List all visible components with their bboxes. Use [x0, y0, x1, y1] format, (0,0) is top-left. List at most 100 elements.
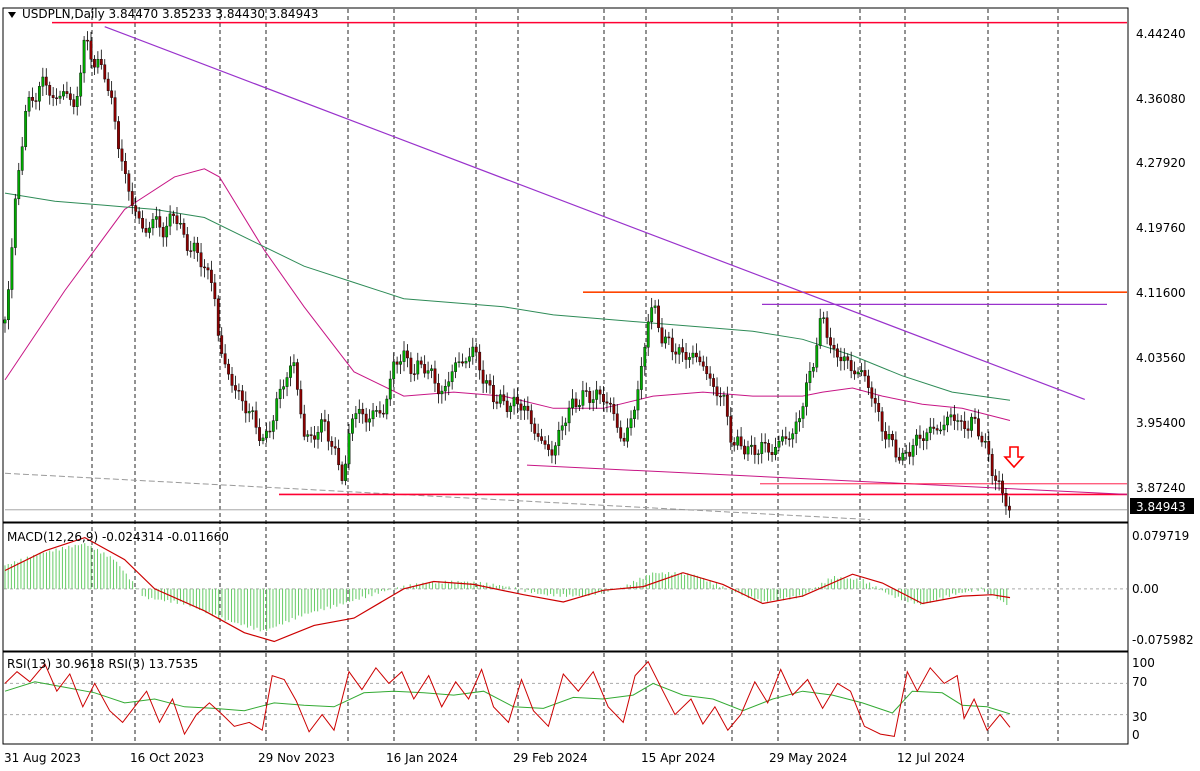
candle-body	[956, 420, 960, 422]
candle-body	[375, 410, 378, 412]
candle-body	[209, 269, 213, 283]
candle-body	[268, 430, 272, 433]
candle-body	[670, 337, 674, 353]
candle-body	[185, 234, 189, 251]
candle-body	[385, 398, 389, 415]
candle-body	[584, 390, 588, 392]
candle-body	[598, 389, 602, 395]
candle-body	[220, 335, 224, 354]
candle-body	[860, 370, 863, 373]
candle-body	[402, 350, 406, 362]
candle-body	[946, 416, 949, 426]
price-tick: 4.36080	[1136, 92, 1186, 106]
candle-body	[148, 227, 151, 233]
chart-canvas[interactable]: USDPLN,Daily 3.84470 3.85233 3.84430 3.8…	[0, 0, 1200, 771]
candle-body	[37, 86, 41, 102]
candle-body	[805, 382, 808, 407]
candle-body	[636, 389, 640, 411]
candle-body	[578, 405, 581, 407]
candle-body	[608, 402, 612, 405]
rsi-tick: 0	[1132, 728, 1140, 742]
candle-body	[729, 416, 733, 443]
candle-body	[715, 386, 719, 397]
collapse-triangle-icon[interactable]	[8, 12, 16, 18]
candle-body	[719, 395, 722, 398]
candle-body	[522, 405, 526, 411]
candle-body	[667, 336, 671, 339]
candle-body	[963, 420, 967, 430]
candle-body	[904, 451, 908, 454]
candle-body	[526, 405, 530, 411]
candle-body	[388, 378, 392, 400]
candle-body	[165, 225, 169, 238]
candle-body	[31, 96, 34, 101]
candle-body	[894, 439, 898, 458]
macd-panel[interactable]	[4, 536, 1127, 643]
candle-body	[915, 434, 918, 446]
candle-body	[932, 426, 936, 429]
candle-body	[10, 247, 14, 290]
candle-body	[172, 213, 175, 216]
candle-body	[739, 436, 743, 447]
candle-body	[595, 389, 599, 400]
candle-body	[794, 421, 798, 434]
candle-body	[997, 480, 1001, 482]
candle-body	[1004, 493, 1008, 507]
candle-body	[866, 375, 870, 388]
candle-body	[258, 427, 261, 441]
moving-average-line	[4, 192, 1011, 401]
macd-axis: 0.079719 0.00 -0.075982	[1132, 529, 1194, 647]
candle-body	[265, 430, 268, 439]
candle-body	[244, 400, 248, 414]
candle-body	[677, 347, 681, 355]
candle-body	[705, 366, 709, 375]
candle-body	[495, 401, 499, 404]
candle-body	[884, 431, 887, 440]
candle-body	[863, 370, 867, 377]
time-label: 29 May 2024	[769, 751, 847, 765]
candle-body	[234, 385, 237, 391]
candle-body	[502, 394, 506, 402]
candle-body	[230, 373, 234, 386]
candle-body	[557, 429, 561, 446]
candle-body	[801, 406, 805, 419]
candle-body	[34, 100, 38, 102]
candle-body	[660, 327, 664, 344]
candle-body	[987, 440, 991, 455]
candle-body	[316, 431, 320, 440]
candle-body	[254, 410, 258, 428]
price-panel[interactable]	[3, 21, 1128, 521]
candle-body	[746, 446, 750, 455]
candle-body	[808, 370, 812, 383]
candle-body	[839, 356, 843, 362]
candle-body	[853, 370, 857, 375]
candle-body	[44, 76, 48, 86]
candle-body	[99, 59, 103, 65]
candle-body	[437, 383, 440, 395]
candle-body	[13, 198, 17, 248]
price-tick: 4.19760	[1136, 221, 1186, 235]
candle-body	[48, 85, 52, 96]
time-label: 12 Jul 2024	[897, 751, 965, 765]
candle-body	[540, 436, 543, 441]
candle-body	[536, 433, 540, 437]
rsi-tick: 100	[1132, 656, 1155, 670]
candle-body	[406, 350, 409, 359]
price-tick: 4.03560	[1136, 351, 1186, 365]
candle-body	[763, 442, 767, 444]
candle-body	[371, 410, 375, 420]
candle-body	[82, 39, 86, 74]
candle-body	[199, 252, 203, 268]
candle-body	[368, 418, 372, 423]
macd-label: MACD(12,26,9) -0.024314 -0.011660	[7, 530, 229, 544]
candle-body	[72, 99, 76, 107]
candle-body	[612, 404, 616, 415]
rsi-panel[interactable]	[4, 660, 1127, 737]
candle-body	[712, 378, 715, 387]
time-axis: 31 Aug 2023 16 Oct 2023 29 Nov 2023 16 J…	[4, 751, 965, 765]
moving-averages	[4, 168, 1011, 421]
candle-body	[681, 347, 685, 353]
rsi13-line	[4, 681, 1011, 715]
price-axis: 4.44240 4.36080 4.27920 4.19760 4.11600 …	[1130, 27, 1194, 514]
candle-body	[581, 390, 585, 406]
